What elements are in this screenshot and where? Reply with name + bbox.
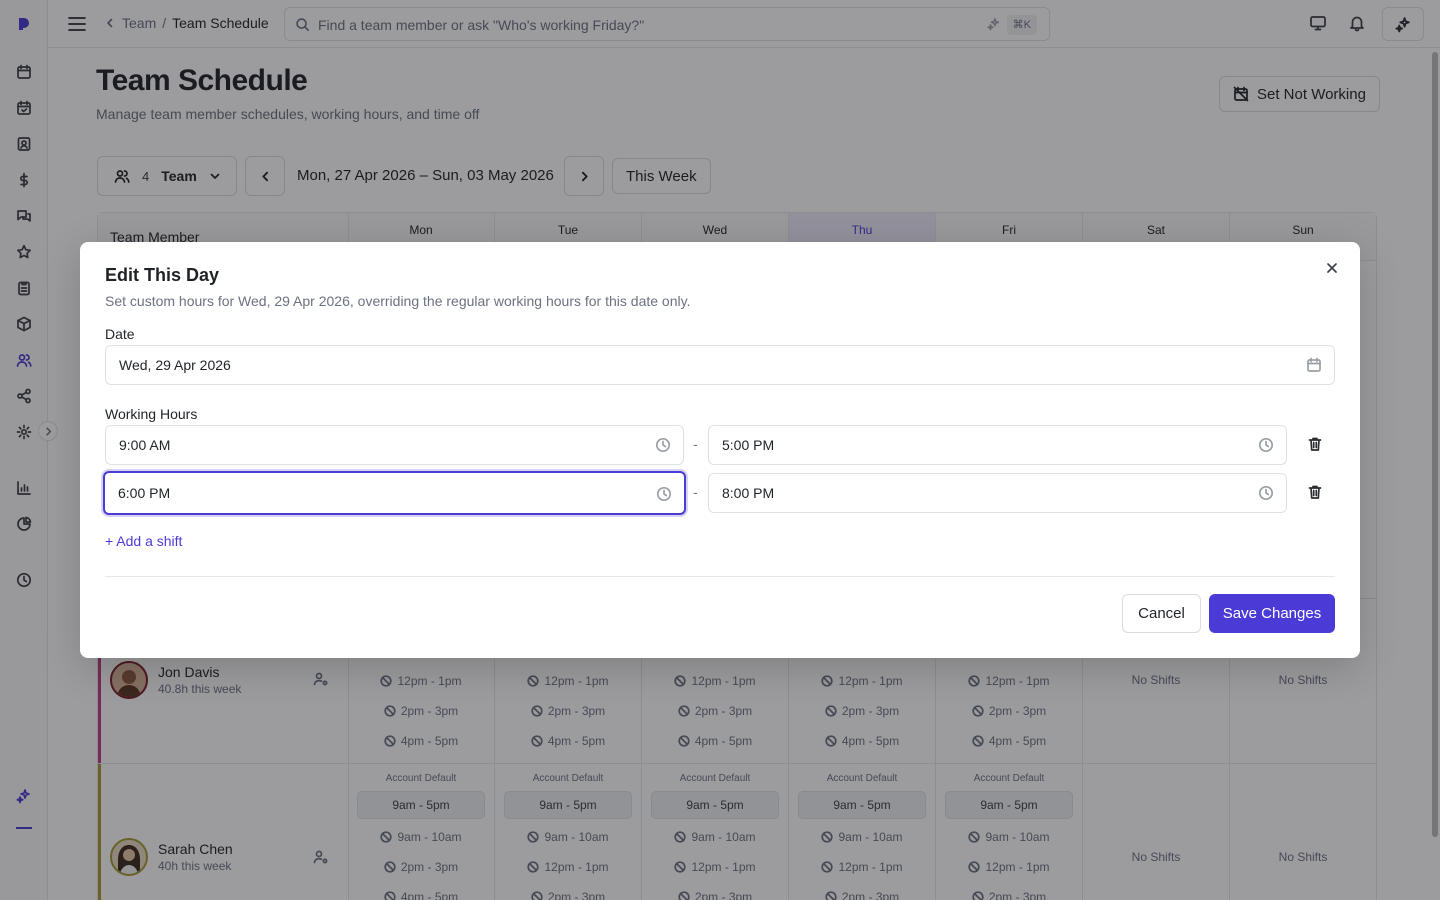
shift-1-start-field[interactable]: 9:00 AM [105,425,684,465]
save-changes-button[interactable]: Save Changes [1209,594,1335,633]
date-field[interactable]: Wed, 29 Apr 2026 [105,345,1335,385]
time-separator: - [693,484,698,500]
date-value: Wed, 29 Apr 2026 [119,357,231,373]
close-icon[interactable] [1322,258,1342,278]
trash-icon[interactable] [1307,436,1323,452]
shift-1-end-value: 5:00 PM [722,437,775,453]
cancel-button[interactable]: Cancel [1122,594,1201,633]
shift-2-end-value: 8:00 PM [722,485,775,501]
working-hours-label: Working Hours [105,406,198,422]
dialog-divider [105,576,1335,577]
clock-icon[interactable] [655,437,671,453]
shift-2-start-field[interactable]: 6:00 PM [103,471,686,515]
date-label: Date [105,326,135,342]
shift-1-start-value: 9:00 AM [119,437,171,453]
scrollbar[interactable] [1432,52,1438,837]
edit-day-dialog: Edit This Day Set custom hours for Wed, … [80,242,1360,658]
time-separator: - [693,436,698,452]
shift-1-end-field[interactable]: 5:00 PM [708,425,1287,465]
trash-icon[interactable] [1307,484,1323,500]
shift-2-start-value: 6:00 PM [118,485,171,501]
shift-2-end-field[interactable]: 8:00 PM [708,473,1287,513]
dialog-title: Edit This Day [105,265,220,285]
clock-icon[interactable] [656,486,672,502]
dialog-description: Set custom hours for Wed, 29 Apr 2026, o… [105,293,691,309]
add-shift-link[interactable]: + Add a shift [105,533,182,549]
clock-icon[interactable] [1258,485,1274,501]
calendar-icon[interactable] [1306,357,1322,373]
clock-icon[interactable] [1258,437,1274,453]
